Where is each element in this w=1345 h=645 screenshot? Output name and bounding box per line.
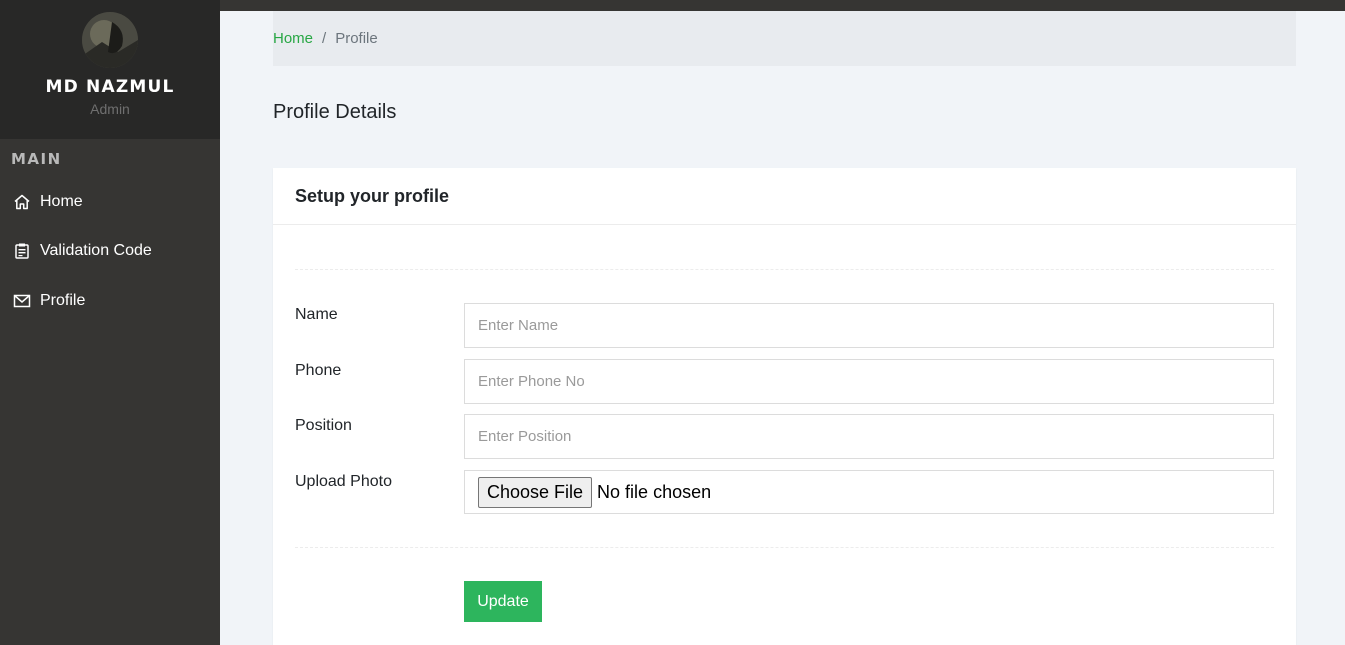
profile-card: Setup your profile Name Phone Position U… (273, 168, 1296, 645)
breadcrumb-separator: / (322, 30, 327, 47)
phone-label: Phone (295, 362, 342, 379)
sidebar-item-label: Home (40, 192, 83, 210)
top-bar (220, 0, 1345, 11)
name-label: Name (295, 306, 338, 323)
sidebar-item-home[interactable]: Home (0, 177, 220, 227)
position-label: Position (295, 417, 352, 434)
avatar[interactable] (82, 12, 138, 68)
breadcrumb: Home / Profile (273, 11, 1296, 66)
user-name: MD NAZMUL (45, 77, 175, 97)
breadcrumb-current: Profile (335, 30, 378, 47)
user-profile-box: MD NAZMUL Admin (0, 0, 220, 139)
sidebar-item-label: Profile (40, 291, 86, 309)
name-row: Name (295, 303, 1274, 348)
page-title: Profile Details (273, 101, 397, 123)
user-role: Admin (90, 101, 130, 117)
sidebar-item-profile[interactable]: Profile (0, 276, 220, 326)
name-input[interactable] (464, 303, 1274, 348)
card-title: Setup your profile (273, 168, 1296, 225)
choose-file-button[interactable]: Choose File (478, 476, 593, 508)
phone-input[interactable] (464, 359, 1274, 404)
upload-photo-label: Upload Photo (295, 473, 392, 490)
position-row: Position (295, 414, 1274, 459)
form-divider-bottom (295, 547, 1274, 548)
sidebar-item-validation-code[interactable]: Validation Code (0, 227, 220, 277)
update-button[interactable]: Update (464, 581, 542, 622)
clipboard-icon (12, 241, 32, 261)
position-input[interactable] (464, 414, 1274, 459)
form-divider-top (295, 269, 1274, 270)
menu-section-title: MAIN (11, 150, 62, 168)
avatar-image (82, 12, 138, 68)
sidebar-item-label: Validation Code (40, 242, 152, 260)
envelope-icon (12, 291, 32, 311)
upload-photo-row: Upload Photo Choose File No file chosen (295, 470, 1274, 515)
file-input[interactable]: Choose File No file chosen (464, 470, 1274, 514)
sidebar: MD NAZMUL Admin MAIN Home Validation Cod… (0, 0, 220, 645)
file-status: No file chosen (597, 481, 712, 502)
breadcrumb-home-link[interactable]: Home (273, 30, 313, 47)
phone-row: Phone (295, 359, 1274, 404)
home-icon (12, 192, 32, 212)
